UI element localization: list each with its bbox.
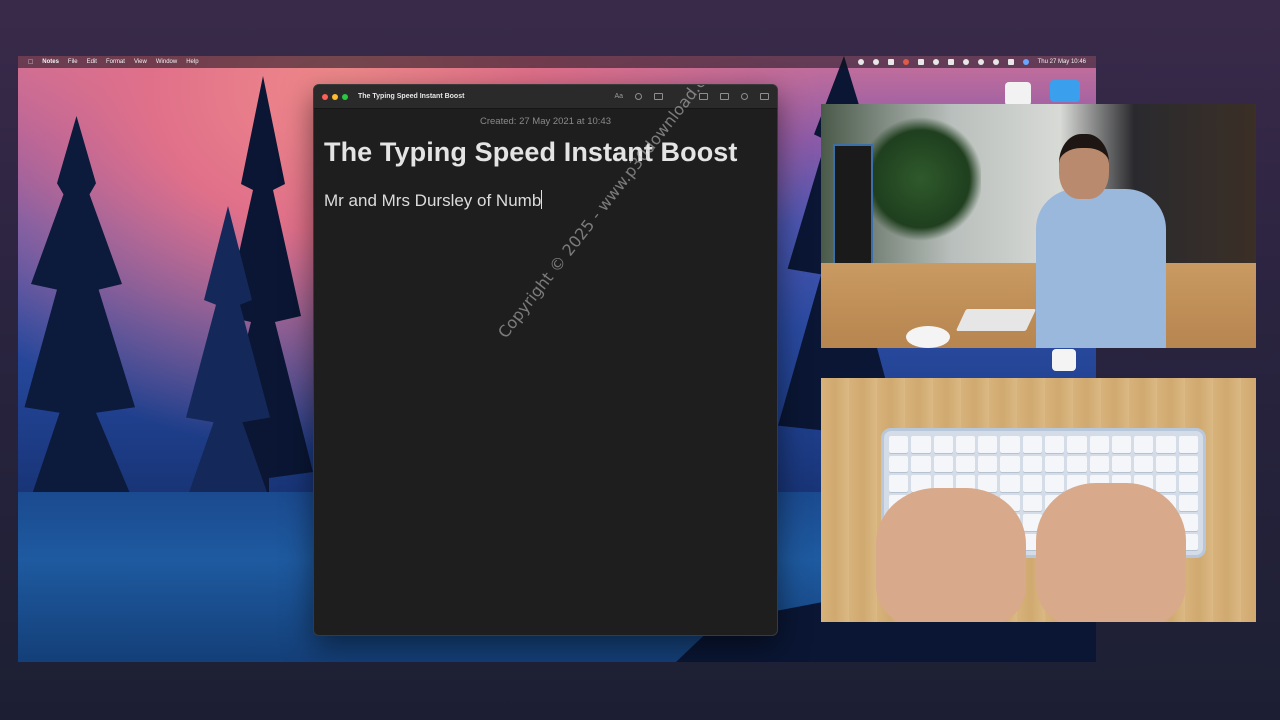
- zoom-button[interactable]: [342, 93, 348, 100]
- keycap: [889, 455, 909, 472]
- format-text-button[interactable]: Aa: [614, 93, 623, 100]
- mug: [906, 326, 950, 348]
- menubar-clock[interactable]: Thu 27 May 10:46: [1038, 59, 1086, 65]
- music-file-icon[interactable]: [1005, 82, 1031, 106]
- keycap: [1045, 436, 1065, 453]
- person: [1036, 189, 1166, 348]
- share-icon[interactable]: [760, 93, 769, 100]
- left-hand: [876, 488, 1026, 622]
- keycap: [955, 436, 976, 453]
- keycap: [1089, 436, 1109, 453]
- keycap: [889, 475, 909, 492]
- keycap: [1089, 455, 1109, 472]
- keycap: [1045, 475, 1065, 492]
- media-icon[interactable]: [720, 93, 729, 100]
- keyboard: [955, 309, 1037, 331]
- menu-file[interactable]: File: [68, 59, 78, 65]
- keycap: [1156, 436, 1176, 453]
- menu-bar:  Notes File Edit Format View Window Hel…: [18, 56, 1096, 68]
- folder-icon[interactable]: [1050, 80, 1080, 102]
- note-body[interactable]: Created: 27 May 2021 at 10:43 The Typing…: [314, 109, 777, 219]
- menu-help[interactable]: Help: [186, 59, 198, 65]
- note-text-content: Mr and Mrs Dursley of Numb: [324, 191, 542, 210]
- keycap: [978, 436, 998, 453]
- keycap: [1022, 475, 1042, 492]
- camera-icon[interactable]: [917, 59, 924, 65]
- collaborate-icon[interactable]: [741, 93, 748, 100]
- keycap: [1156, 475, 1176, 492]
- close-button[interactable]: [322, 93, 328, 100]
- control-center-icon[interactable]: [1007, 59, 1014, 65]
- keycap: [1134, 436, 1154, 453]
- menu-app-notes[interactable]: Notes: [42, 59, 59, 65]
- window-title: The Typing Speed Instant Boost: [358, 93, 465, 100]
- apple-menu-icon[interactable]: : [28, 59, 33, 66]
- document-icon[interactable]: [1052, 349, 1076, 371]
- keycap: [1178, 455, 1198, 472]
- person-head: [1059, 134, 1109, 199]
- wifi-icon[interactable]: [977, 59, 984, 65]
- notes-window: The Typing Speed Instant Boost Aa Create…: [313, 84, 778, 636]
- created-date: Created: 27 May 2021 at 10:43: [480, 116, 611, 127]
- keycap: [1022, 494, 1042, 511]
- menu-format[interactable]: Format: [106, 59, 125, 65]
- menu-view[interactable]: View: [134, 59, 147, 65]
- keycap: [1022, 455, 1042, 472]
- keycap: [978, 455, 998, 472]
- keycap: [889, 436, 909, 453]
- menu-edit[interactable]: Edit: [87, 59, 97, 65]
- cloud-icon[interactable]: [932, 59, 939, 65]
- minimize-button[interactable]: [332, 93, 338, 100]
- keycap: [1022, 436, 1042, 453]
- keycap: [1178, 494, 1198, 511]
- keycap: [911, 436, 931, 453]
- webcam-overlay: [821, 104, 1256, 348]
- window-titlebar: The Typing Speed Instant Boost Aa: [314, 85, 777, 109]
- chrome-icon[interactable]: [902, 59, 909, 65]
- keycap: [955, 455, 976, 472]
- keycap: [1178, 475, 1198, 492]
- clock-icon[interactable]: [962, 59, 969, 65]
- keycap: [1156, 455, 1176, 472]
- keycap: [1178, 436, 1198, 453]
- stripes-icon[interactable]: [947, 59, 954, 65]
- siri-icon[interactable]: [1022, 59, 1029, 65]
- keycap: [1045, 455, 1065, 472]
- keycap: [933, 436, 953, 453]
- keycap: [1000, 475, 1020, 492]
- checklist-icon[interactable]: [635, 93, 642, 100]
- keycap: [1067, 436, 1087, 453]
- keycap: [1134, 455, 1154, 472]
- keycap: [933, 455, 953, 472]
- table-icon[interactable]: [654, 93, 663, 100]
- right-hand: [1036, 483, 1186, 622]
- keycap: [1111, 455, 1132, 472]
- menu-window[interactable]: Window: [156, 59, 177, 65]
- note-title[interactable]: The Typing Speed Instant Boost: [324, 137, 767, 168]
- plant: [861, 114, 981, 244]
- search-icon[interactable]: [992, 59, 999, 65]
- keycap: [1000, 455, 1020, 472]
- note-text[interactable]: Mr and Mrs Dursley of Numb: [324, 190, 767, 211]
- keycap: [1000, 436, 1020, 453]
- keycap: [1111, 436, 1132, 453]
- record-icon[interactable]: [857, 59, 864, 65]
- keycap: [1067, 455, 1087, 472]
- text-cursor: [541, 190, 543, 209]
- screenshot-icon[interactable]: [887, 59, 894, 65]
- keyboard-cam-overlay: [821, 378, 1256, 622]
- keycap: [911, 455, 931, 472]
- status-icon[interactable]: [872, 59, 879, 65]
